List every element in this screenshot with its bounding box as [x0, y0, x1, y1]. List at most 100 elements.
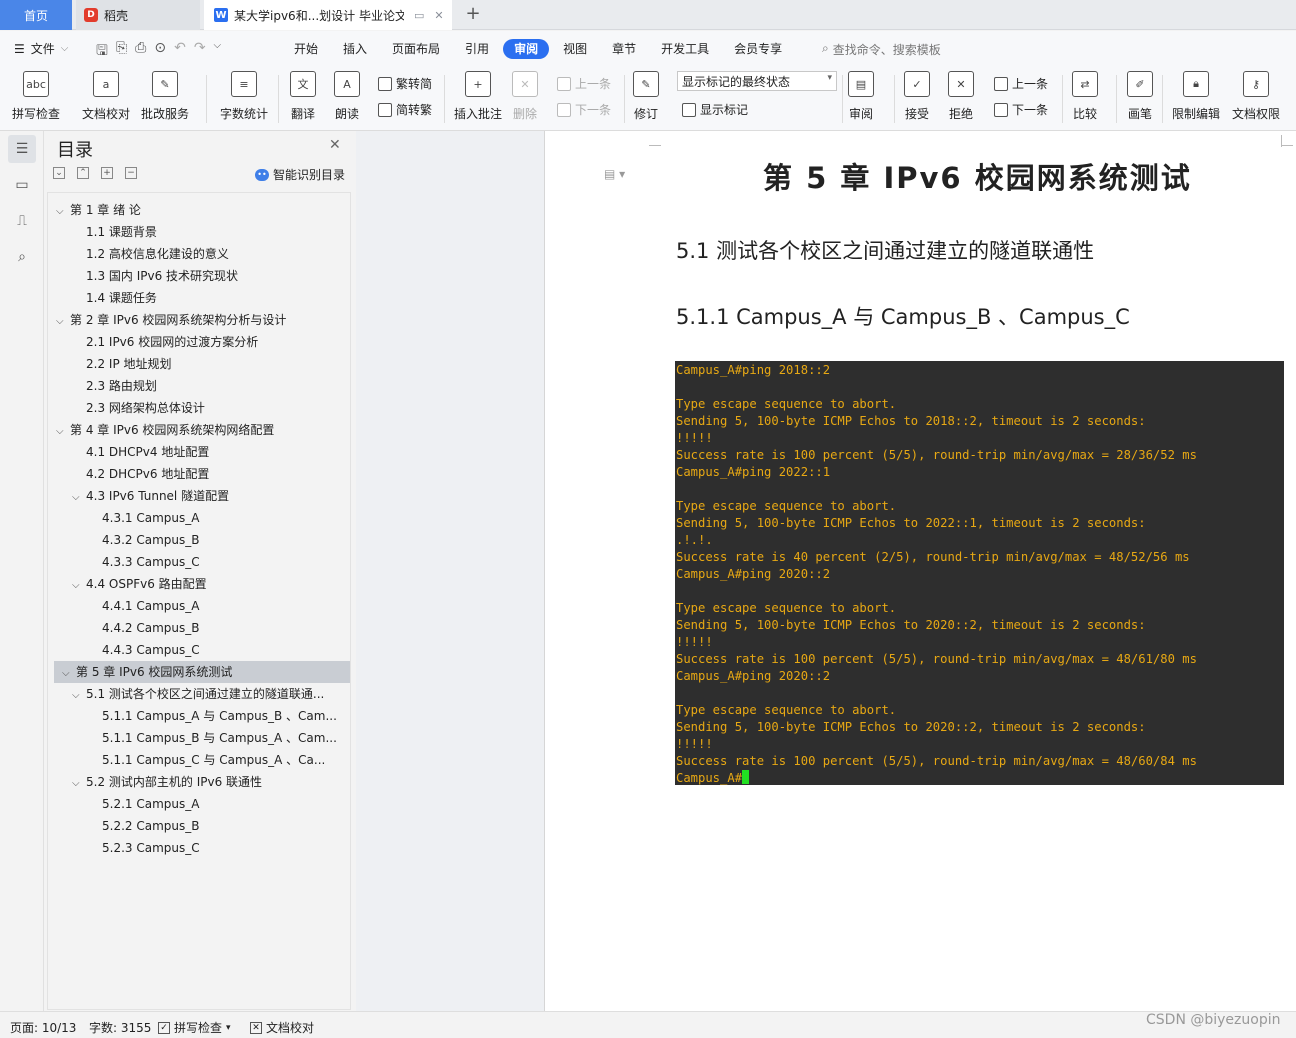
command-search[interactable]: ⌕ 查找命令、搜索模板 — [822, 41, 941, 58]
smart-toc-button[interactable]: •• 智能识别目录 — [255, 166, 345, 183]
word-count-indicator[interactable]: 字数: 3155 — [89, 1019, 151, 1036]
export-pdf-icon[interactable]: ⎘ — [116, 40, 127, 64]
file-menu[interactable]: ☰ 文件 ⌵ — [14, 40, 68, 57]
toc-item[interactable]: 2.1 IPv6 校园网的过渡方案分析 — [48, 331, 350, 353]
review-pane-button[interactable]: ▤ 审阅 — [848, 71, 874, 122]
expand-all-icon[interactable]: + — [101, 167, 113, 179]
toc-item[interactable]: 4.3.2 Campus_B — [48, 529, 350, 551]
toc-item[interactable]: 5.1.1 Campus_A 与 Campus_B 、Cam... — [48, 705, 350, 727]
toc-item[interactable]: ⌵ 5.2 测试内部主机的 IPv6 联通性 — [48, 771, 350, 793]
toc-item[interactable]: 4.2 DHCPv6 地址配置 — [48, 463, 350, 485]
toc-item[interactable]: 1.4 课题任务 — [48, 287, 350, 309]
tab-document[interactable]: W 某大学ipv6和...划设计 毕业论文 ▭ ✕ — [204, 0, 452, 30]
toc-item[interactable]: ⌵ 4.3 IPv6 Tunnel 隧道配置 — [48, 485, 350, 507]
reject-button[interactable]: ✕ 拒绝 — [948, 71, 974, 122]
simp-to-trad-button[interactable]: 简转繁 — [378, 101, 432, 118]
menu-tab-developer[interactable]: 开发工具 — [650, 39, 720, 59]
toc-item[interactable]: 2.3 路由规划 — [48, 375, 350, 397]
chevron-down-icon[interactable]: ⌵ — [72, 575, 86, 595]
redo-icon[interactable]: ↷ — [194, 40, 206, 64]
tab-home[interactable]: 首页 — [0, 0, 72, 30]
tab-screen-icon[interactable]: ▭ — [414, 9, 424, 22]
toc-item[interactable]: 1.3 国内 IPv6 技术研究现状 — [48, 265, 350, 287]
toc-item[interactable]: 5.2.2 Campus_B — [48, 815, 350, 837]
toc-item[interactable]: ⌵ 5.1 测试各个校区之间通过建立的隧道联通... — [48, 683, 350, 705]
chevron-down-icon[interactable]: ⌵ — [72, 773, 86, 793]
print-icon[interactable]: ⎙ — [135, 40, 146, 64]
chevron-down-icon[interactable]: ⌵ — [72, 685, 86, 705]
collapse-down-icon[interactable]: ⌄ — [53, 167, 65, 179]
doc-proof-button[interactable]: a 文档校对 — [82, 71, 130, 122]
tab-daoke[interactable]: D 稻壳 — [76, 0, 200, 30]
menu-tab-references[interactable]: 引用 — [454, 39, 500, 59]
revise-button[interactable]: ✎ 修订 — [633, 71, 659, 122]
accept-button[interactable]: ✓ 接受 — [904, 71, 930, 122]
prev-change-button[interactable]: 上一条 — [994, 75, 1048, 92]
toc-item[interactable]: 1.2 高校信息化建设的意义 — [48, 243, 350, 265]
more-icon[interactable]: ⌵ — [214, 40, 222, 64]
toc-item[interactable]: 5.1.1 Campus_C 与 Campus_A 、Ca... — [48, 749, 350, 771]
paragraph-menu-icon[interactable]: ▤ ▾ — [604, 167, 625, 181]
chapter-nav-icon[interactable]: ▭ — [8, 171, 36, 199]
prev-comment-button[interactable]: 上一条 — [557, 75, 611, 92]
toc-item[interactable]: ⌵ 4.4 OSPFv6 路由配置 — [48, 573, 350, 595]
toc-item[interactable]: 4.1 DHCPv4 地址配置 — [48, 441, 350, 463]
next-change-button[interactable]: 下一条 — [994, 101, 1048, 118]
compare-button[interactable]: ⇄ 比较 — [1072, 71, 1098, 122]
toc-item[interactable]: 5.2.1 Campus_A — [48, 793, 350, 815]
word-count-button[interactable]: ≡ 字数统计 — [220, 71, 268, 122]
save-icon[interactable]: 🖫 — [96, 40, 108, 64]
toc-item[interactable]: 5.1.1 Campus_B 与 Campus_A 、Cam... — [48, 727, 350, 749]
show-markup-button[interactable]: 显示标记 — [682, 101, 748, 118]
insert-comment-button[interactable]: + 插入批注 — [454, 71, 502, 122]
menu-tab-review[interactable]: 审阅 — [503, 39, 550, 59]
toc-nav-icon[interactable]: ☰ — [8, 135, 36, 163]
restrict-edit-button[interactable]: 🔒︎ 限制编辑 — [1172, 71, 1220, 122]
menu-tab-start[interactable]: 开始 — [283, 39, 329, 59]
menu-tab-insert[interactable]: 插入 — [332, 39, 378, 59]
menu-tab-layout[interactable]: 页面布局 — [381, 39, 451, 59]
toc-item[interactable]: 4.4.1 Campus_A — [48, 595, 350, 617]
batch-service-button[interactable]: ✎ 批改服务 — [141, 71, 189, 122]
toc-item[interactable]: ⌵ 第 2 章 IPv6 校园网系统架构分析与设计 — [48, 309, 350, 331]
toc-item[interactable]: 4.3.1 Campus_A — [48, 507, 350, 529]
read-aloud-button[interactable]: A 朗读 — [334, 71, 360, 122]
undo-icon[interactable]: ↶ — [174, 40, 186, 64]
toc-item[interactable]: 2.2 IP 地址规划 — [48, 353, 350, 375]
new-tab-button[interactable]: + — [462, 3, 484, 25]
spellcheck-status[interactable]: ✓ 拼写检查 ▾ — [158, 1019, 231, 1036]
print-preview-icon[interactable]: ⊙ — [154, 40, 166, 64]
search-icon[interactable]: ⌕ — [8, 243, 36, 271]
next-comment-button[interactable]: 下一条 — [557, 101, 611, 118]
chevron-down-icon[interactable]: ⌵ — [56, 311, 70, 331]
delete-comment-button[interactable]: ✕ 删除 — [512, 71, 538, 122]
collapse-up-icon[interactable]: ⌃ — [77, 167, 89, 179]
doc-permission-button[interactable]: ⚷ 文档权限 — [1232, 71, 1280, 122]
menu-tab-chapter[interactable]: 章节 — [601, 39, 647, 59]
toc-item[interactable]: 4.4.2 Campus_B — [48, 617, 350, 639]
menu-tab-member[interactable]: 会员专享 — [723, 39, 793, 59]
toc-item[interactable]: 4.4.3 Campus_C — [48, 639, 350, 661]
collapse-all-icon[interactable]: − — [125, 167, 137, 179]
toc-item[interactable]: 2.3 网络架构总体设计 — [48, 397, 350, 419]
tab-close-icon[interactable]: ✕ — [434, 9, 443, 22]
chevron-down-icon[interactable]: ⌵ — [62, 663, 76, 683]
toc-item[interactable]: 4.3.3 Campus_C — [48, 551, 350, 573]
chevron-down-icon[interactable]: ⌵ — [72, 487, 86, 507]
pen-button[interactable]: ✐ 画笔 — [1127, 71, 1153, 122]
toc-item[interactable]: 5.2.3 Campus_C — [48, 837, 350, 859]
translate-button[interactable]: 文翻译 — [290, 71, 316, 122]
bookmark-icon[interactable]: ⎍ — [8, 207, 36, 235]
close-icon[interactable]: ✕ — [329, 137, 341, 153]
spellcheck-button[interactable]: abc 拼写检查 — [12, 71, 60, 122]
markup-state-select[interactable]: 显示标记的最终状态 ▾ — [677, 71, 837, 91]
doc-proof-status[interactable]: ✕ 文档校对 — [250, 1019, 314, 1036]
chevron-down-icon[interactable]: ⌵ — [56, 421, 70, 441]
page-indicator[interactable]: 页面: 10/13 — [10, 1019, 76, 1036]
chevron-down-icon[interactable]: ⌵ — [56, 201, 70, 221]
toc-item[interactable]: ⌵ 第 4 章 IPv6 校园网系统架构网络配置 — [48, 419, 350, 441]
trad-to-simp-button[interactable]: 繁转简 — [378, 75, 432, 92]
toc-item[interactable]: ⌵ 第 1 章 绪 论 — [48, 199, 350, 221]
toc-item[interactable]: 1.1 课题背景 — [48, 221, 350, 243]
toc-item[interactable]: ⌵ 第 5 章 IPv6 校园网系统测试 — [54, 661, 350, 683]
